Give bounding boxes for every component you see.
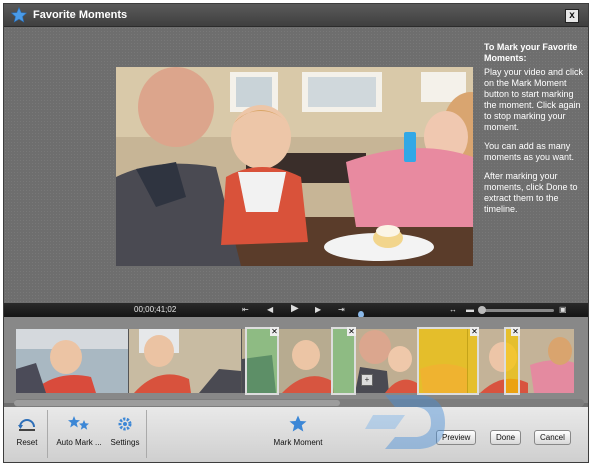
scrollbar-thumb[interactable]	[14, 400, 340, 406]
zoom-out-icon[interactable]: ▬	[466, 305, 474, 315]
step-back-icon[interactable]: ◀	[267, 305, 273, 315]
reset-icon	[18, 419, 35, 431]
play-icon[interactable]: ▶	[291, 304, 299, 314]
remove-moment-icon[interactable]: ✕	[511, 327, 520, 336]
close-button[interactable]: x	[565, 9, 579, 23]
fit-timeline-icon[interactable]: ↔	[449, 305, 457, 315]
mark-moment-label: Mark Moment	[273, 438, 323, 447]
zoom-slider-handle[interactable]	[478, 306, 486, 314]
remove-moment-icon[interactable]: ✕	[347, 327, 356, 336]
video-stage: To Mark your Favorite Moments: Play your…	[4, 27, 588, 303]
go-to-end-icon[interactable]: ⇥	[338, 305, 345, 315]
toolbar-divider	[47, 410, 48, 458]
video-frame-image	[116, 67, 473, 266]
star-icon	[11, 7, 27, 23]
zoom-in-icon[interactable]: ▣	[559, 305, 567, 315]
auto-mark-icon	[68, 416, 89, 430]
remove-moment-icon[interactable]: ✕	[270, 327, 279, 336]
video-preview[interactable]	[116, 67, 473, 266]
toolbar-divider	[146, 410, 147, 458]
thumbnail-row[interactable]	[16, 329, 574, 393]
instructions-paragraph: Play your video and click on the Mark Mo…	[484, 67, 584, 132]
reset-label: Reset	[16, 438, 38, 447]
gear-icon	[118, 417, 132, 431]
step-forward-icon[interactable]: ▶	[315, 305, 321, 315]
settings-label: Settings	[110, 438, 140, 447]
instructions-paragraph: You can add as many moments as you want.	[484, 141, 575, 162]
star-icon	[289, 415, 307, 432]
watermark-logo	[365, 395, 445, 449]
zoom-slider-track[interactable]	[484, 309, 554, 312]
window-title: Favorite Moments	[33, 9, 128, 21]
instructions-panel: To Mark your Favorite Moments: Play your…	[484, 42, 584, 223]
moment-selection-1[interactable]: ✕	[245, 327, 279, 395]
settings-button[interactable]: Settings	[108, 415, 142, 447]
title-bar: Favorite Moments x	[4, 4, 588, 27]
mark-moment-button[interactable]: Mark Moment	[272, 415, 324, 447]
timecode-display: 00;00;41;02	[134, 305, 177, 314]
moment-selection-2[interactable]: ✕	[331, 327, 356, 395]
timeline-thumbnail	[468, 329, 574, 393]
go-to-start-icon[interactable]: ⇤	[242, 305, 249, 315]
instructions-paragraph: After marking your moments, click Done t…	[484, 171, 578, 214]
timeline-thumbnail	[16, 329, 128, 393]
timeline-thumbnail	[129, 329, 241, 393]
remove-moment-icon[interactable]: ✕	[470, 327, 479, 336]
instructions-heading: To Mark your Favorite Moments:	[484, 42, 578, 63]
auto-mark-label: Auto Mark ...	[56, 438, 102, 447]
auto-mark-button[interactable]: Auto Mark ...	[53, 415, 105, 447]
reset-button[interactable]: Reset	[12, 415, 42, 447]
playback-controls: 00;00;41;02 ⇤ ◀ ▶ ▶ ⇥ ↔ ▬ ▣	[4, 303, 588, 317]
